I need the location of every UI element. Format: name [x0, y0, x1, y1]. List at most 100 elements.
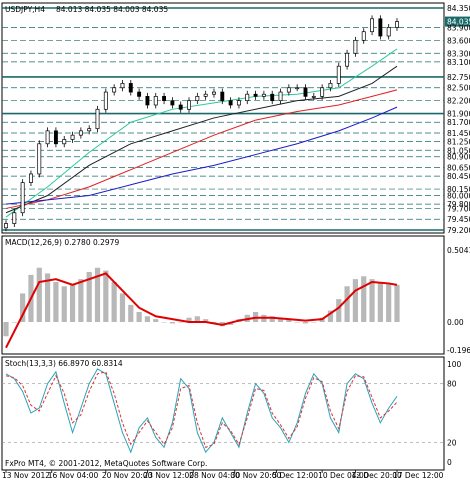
candle-body [170, 100, 175, 106]
candle-body [311, 96, 316, 98]
macd-axis-tick-label: -0.196 [447, 346, 470, 355]
candle-body [353, 39, 358, 54]
candle-body [320, 87, 325, 97]
candle-body [29, 173, 33, 183]
candle-body [286, 87, 291, 93]
time-axis-tick-label: 23 Nov 12:00 [143, 471, 194, 480]
candle-body [336, 65, 341, 84]
macd-histogram-bar [361, 276, 367, 323]
macd-histogram-bar [11, 322, 17, 323]
candle-body [236, 100, 241, 106]
macd-histogram-bar [311, 322, 317, 323]
price-axis-tick-label: 84.350 [447, 4, 470, 13]
time-axis-tick-label: 17 Dec 12:00 [393, 471, 444, 480]
price-axis-tick-label: 83.600 [447, 36, 470, 45]
candle-body [195, 96, 200, 102]
price-axis-tick-label: 79.700 [447, 204, 470, 213]
price-panel-quote: 84.013 84.035 84.003 84.035 [56, 5, 168, 14]
candle-body [228, 100, 233, 106]
price-axis-tick-label: 80.900 [447, 153, 470, 162]
candle-body [253, 93, 258, 97]
macd-histogram-bar [294, 322, 300, 323]
candle-body [87, 128, 92, 132]
stoch-axis-tick-label: 20 [447, 438, 457, 447]
candle-body [95, 108, 100, 130]
candle-body [212, 91, 216, 95]
candle-body [345, 52, 350, 67]
macd-histogram-bar [386, 283, 392, 323]
macd-histogram-bar [136, 312, 142, 323]
macd-histogram-bar [153, 319, 159, 323]
macd-histogram-bar [128, 304, 134, 323]
candle-body [45, 130, 50, 145]
candle-body [37, 143, 42, 175]
candle-body [220, 91, 225, 102]
macd-histogram-bar [178, 322, 184, 323]
macd-histogram-bar [161, 322, 167, 323]
price-panel-title: USDJPY,H4 [5, 5, 45, 14]
candle-body [278, 91, 283, 102]
stoch-axis-tick-label: 0 [447, 458, 452, 467]
price-axis-tick-label: 79.450 [447, 215, 470, 224]
time-axis-tick-label: 5 Dec 12:00 [272, 471, 318, 480]
candle-body [178, 104, 183, 110]
stoch-axis-tick-label: 100 [447, 360, 462, 369]
macd-histogram-bar [369, 279, 375, 323]
macd-histogram-bar [78, 279, 84, 323]
macd-histogram-bar [352, 279, 359, 323]
macd-histogram-bar [3, 322, 9, 337]
price-axis-tick-label: 80.450 [447, 172, 470, 181]
price-axis-tick-label: 83.100 [447, 58, 470, 67]
candle-body [162, 96, 167, 102]
copyright-text: FxPro MT4, © 2001-2012, MetaQuotes Softw… [5, 459, 207, 468]
macd-histogram-bar [61, 286, 67, 323]
candle-body [145, 96, 150, 106]
macd-axis-tick-label: 0.00 [447, 318, 464, 327]
candle-body [112, 87, 117, 93]
price-axis-tick-label: 79.200 [447, 226, 470, 235]
price-axis-tick-label: 82.500 [447, 84, 470, 93]
candle-body [395, 21, 399, 28]
price-axis-tick-label: 82.200 [447, 97, 470, 106]
trading-chart-window: 84.35084.03583.90083.60083.30083.10082.7… [0, 0, 470, 480]
candle-body [303, 87, 308, 97]
macd-histogram-bar [377, 282, 383, 323]
macd-histogram-bar [394, 284, 400, 323]
candle-body [386, 27, 391, 37]
candle-body [12, 212, 17, 224]
candle-body [203, 93, 208, 97]
candle-body [153, 96, 158, 106]
candle-body [187, 100, 191, 110]
price-axis-tick-label: 82.750 [447, 73, 470, 82]
candle-body [295, 87, 300, 90]
price-axis-tick-label: 81.700 [447, 118, 470, 127]
candle-body [370, 18, 374, 33]
candle-body [245, 93, 250, 102]
macd-panel-title: MACD(12,26,9) 0.2780 0.2979 [5, 238, 119, 247]
candle-body [270, 93, 275, 102]
time-axis-tick-label: 13 Nov 2012 [2, 471, 50, 480]
candle-body [128, 83, 133, 93]
stoch-axis-tick-label: 80 [447, 380, 457, 389]
price-axis-tick-label: 83.900 [447, 23, 470, 32]
time-axis-tick-label: 16 Nov 04:00 [48, 471, 99, 480]
candle-body [53, 130, 58, 145]
macd-histogram-bar [119, 293, 126, 323]
candle-body [120, 83, 125, 89]
candle-body [328, 83, 333, 89]
macd-histogram-bar [336, 299, 342, 323]
candle-body [103, 91, 108, 110]
candle-body [261, 93, 266, 97]
macd-histogram-bar [103, 270, 109, 323]
candle-body [20, 182, 25, 214]
candle-body [137, 91, 142, 97]
macd-histogram-bar [36, 267, 42, 323]
macd-histogram-bar [169, 322, 175, 324]
candle-body [361, 31, 366, 41]
macd-histogram-bar [144, 316, 151, 323]
macd-histogram-bar [53, 282, 59, 323]
candle-body [378, 18, 383, 37]
candle-body [62, 139, 67, 145]
candle-body [78, 130, 83, 136]
stoch-panel-title: Stoch(13,3,3) 66.8970 60.8314 [5, 359, 123, 368]
